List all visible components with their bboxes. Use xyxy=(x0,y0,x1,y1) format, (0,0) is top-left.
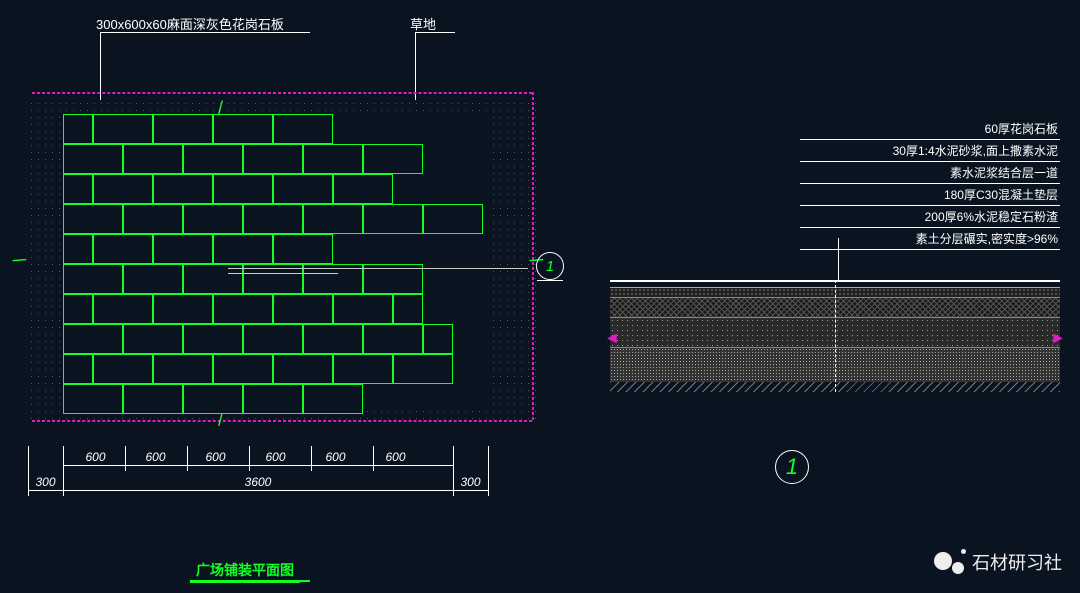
leader-grass-h xyxy=(415,32,455,33)
callout-granite: 300x600x60麻面深灰色花岗石板 xyxy=(96,14,284,33)
section-view: ◄ ► xyxy=(610,280,1060,400)
wechat-icon xyxy=(934,550,964,574)
legend-row-4: 200厚6%水泥稳定石粉渣 xyxy=(800,206,1060,228)
legend-row-1: 30厚1:4水泥砂浆,面上撒素水泥 xyxy=(800,140,1060,162)
legend-row-3: 180厚C30混凝土垫层 xyxy=(800,184,1060,206)
section-mark-plan: 1 xyxy=(536,252,564,280)
section-mark-detail: 1 xyxy=(775,450,809,484)
legend-row-2: 素水泥浆结合层一道 xyxy=(800,162,1060,184)
section-legend: 60厚花岗石板 30厚1:4水泥砂浆,面上撒素水泥 素水泥浆结合层一道 180厚… xyxy=(800,118,1060,250)
cad-canvas: 300x600x60麻面深灰色花岗石板 草地 / / / / xyxy=(0,0,1080,593)
leader-granite-h xyxy=(100,32,310,33)
legend-row-0: 60厚花岗石板 xyxy=(800,118,1060,140)
plan-view: / / / / xyxy=(28,100,538,420)
callout-grass: 草地 xyxy=(410,14,436,33)
section-cut-line xyxy=(228,268,528,269)
legend-row-5: 素土分层碾实,密实度>96% xyxy=(800,228,1060,250)
section-number: 1 xyxy=(536,252,564,280)
watermark-text: 石材研习社 xyxy=(972,549,1062,575)
watermark: 石材研习社 xyxy=(934,549,1062,575)
paving-brick-pattern xyxy=(63,114,493,406)
